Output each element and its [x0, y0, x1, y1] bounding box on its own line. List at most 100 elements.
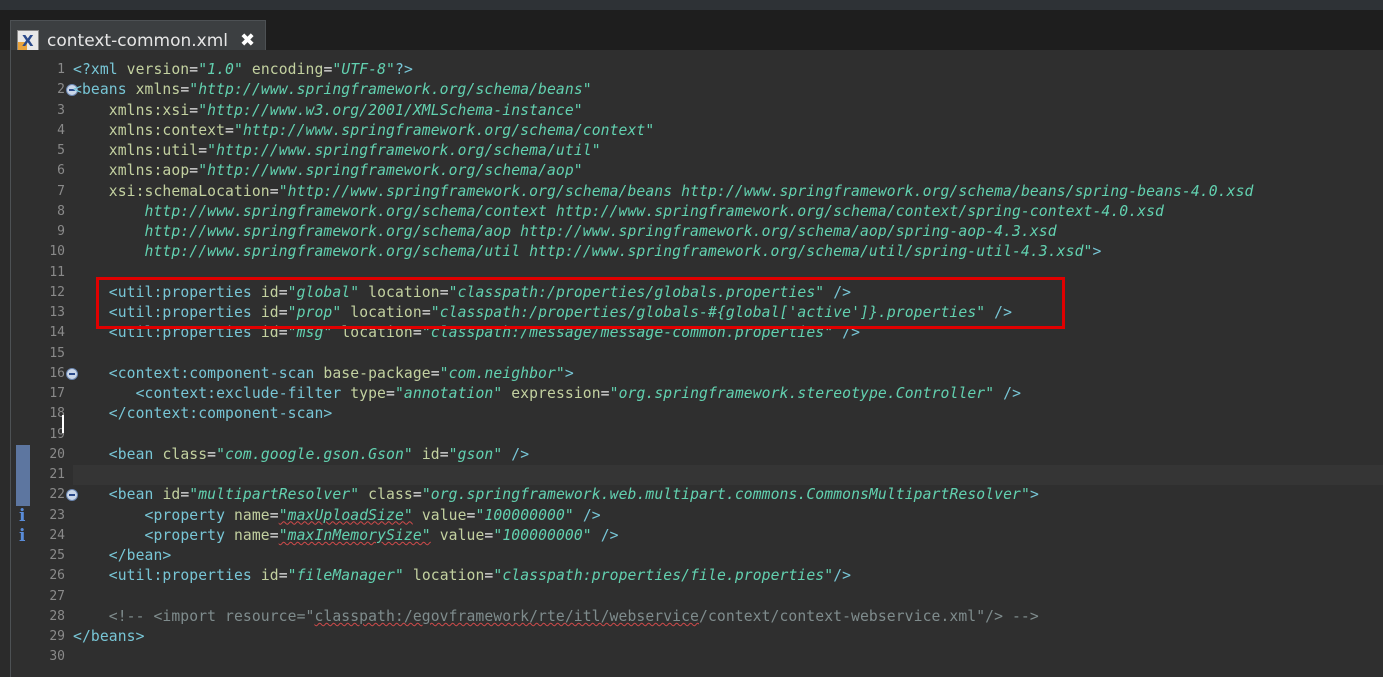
title-bar — [0, 0, 1383, 10]
code-line[interactable]: xsi:schemaLocation="http://www.springfra… — [73, 182, 1254, 202]
code-token: = — [189, 61, 199, 78]
code-token: </beans> — [73, 628, 145, 645]
code-token: = — [421, 304, 431, 321]
code-token: classpath:/egovframework/rte/itl/webserv… — [314, 607, 699, 625]
code-token: = — [269, 506, 279, 524]
line-number: 1 — [57, 62, 65, 77]
code-token: id — [260, 567, 279, 585]
code-line[interactable]: <util:properties id="fileManager" locati… — [73, 566, 851, 586]
line-number: 14 — [49, 325, 65, 341]
code-token: <beans — [73, 81, 136, 99]
code-line[interactable]: <!-- <import resource="classpath:/egovfr… — [73, 607, 1039, 627]
code-token: version — [126, 61, 190, 78]
code-token: = — [412, 324, 422, 342]
code-token: <util:properties — [108, 567, 261, 585]
code-token: xmlns:aop — [108, 162, 190, 180]
code-token: id — [260, 283, 279, 301]
code-line[interactable]: <property name="maxInMemorySize" value="… — [73, 526, 619, 546]
code-token: = — [412, 486, 422, 504]
code-token: "fileManager" — [287, 567, 404, 585]
code-line[interactable]: <util:properties id="msg" location="clas… — [73, 323, 860, 343]
code-token: "org.springframework.stereotype.Controll… — [609, 385, 995, 402]
code-token: expression — [511, 385, 601, 402]
code-token: = — [278, 283, 288, 301]
code-token: "http://www.springframework.org/schema/b… — [278, 182, 1254, 200]
line-number: 19 — [49, 426, 65, 442]
code-token: > — [564, 364, 574, 382]
code-line[interactable]: xmlns:xsi="http://www.w3.org/2001/XMLSch… — [73, 101, 583, 121]
code-line[interactable]: xmlns:aop="http://www.springframework.or… — [73, 161, 583, 181]
code-token: <bean — [108, 486, 163, 504]
code-token: </context:component-scan> — [108, 405, 333, 423]
code-token: "global" — [287, 283, 360, 301]
code-line[interactable]: http://www.springframework.org/schema/ao… — [73, 222, 1057, 242]
code-token: /> — [582, 506, 601, 524]
code-token: location — [368, 283, 440, 301]
code-token: "classpath:/properties/globals.propertie… — [448, 283, 825, 301]
line-number: 18 — [49, 406, 65, 422]
code-token: "100000000" — [475, 506, 574, 524]
code-token: "classpath:properties/file.properties" — [493, 567, 834, 585]
code-line[interactable]: <util:properties id="global" location="c… — [73, 283, 851, 303]
code-line[interactable]: http://www.springframework.org/schema/ut… — [73, 242, 1102, 262]
code-line[interactable]: </beans> — [73, 627, 145, 647]
code-line[interactable]: <?xml version="1.0" encoding="UTF-8"?> — [73, 60, 413, 80]
code-token: <util:properties — [108, 304, 261, 321]
line-number: 27 — [49, 588, 65, 604]
code-line[interactable]: <beans xmlns="http://www.springframework… — [73, 80, 592, 100]
code-token: = — [207, 445, 217, 463]
code-token: = — [198, 142, 208, 159]
code-token: "1.0" — [198, 61, 243, 78]
code-token: http://www.springframework.org/schema/co… — [73, 202, 1164, 220]
code-line[interactable]: <bean id="multipartResolver" class="org.… — [73, 485, 1039, 505]
code-token: = — [269, 526, 279, 544]
code-token: http://www.springframework.org/schema/ao… — [73, 223, 1057, 240]
code-token: = — [225, 121, 234, 139]
code-editor[interactable]: ii 1 2 3 4 5 6 7 8 9 10 11 12 13 14 15 16 17 18 19 20 21 22 23… — [10, 50, 1383, 677]
code-token: "maxInMemorySize" — [278, 526, 431, 544]
tab-title: context-common.xml — [47, 30, 228, 51]
code-token: /> — [1003, 385, 1022, 402]
code-token: xsi:schemaLocation — [108, 182, 270, 200]
code-token: name — [233, 526, 270, 544]
code-line[interactable]: </context:component-scan> — [73, 404, 332, 424]
code-token: "maxUploadSize" — [278, 506, 413, 524]
code-line[interactable]: <context:exclude-filter type="annotation… — [73, 384, 1021, 404]
code-line[interactable]: <property name="maxUploadSize" value="10… — [73, 506, 601, 526]
code-token: <property — [144, 506, 234, 524]
code-token: /> — [994, 304, 1013, 321]
close-icon[interactable]: ✖ — [240, 31, 255, 50]
code-token: "msg" — [287, 324, 333, 342]
code-line[interactable]: xmlns:context="http://www.springframewor… — [73, 121, 654, 141]
info-icon[interactable]: i — [19, 507, 29, 525]
code-line[interactable]: <bean class="com.google.gson.Gson" id="g… — [73, 445, 529, 465]
code-token: http://www.springframework.org/schema/ut… — [73, 243, 1093, 261]
code-token: value — [421, 506, 467, 524]
line-number-gutter: 1 2 3 4 5 6 7 8 9 10 11 12 13 14 15 16 17 18 19 20 21 22 23 24 2… — [33, 50, 78, 677]
info-icon[interactable]: i — [19, 527, 29, 545]
code-token: id — [162, 486, 181, 504]
code-token: /> — [600, 526, 619, 544]
code-token: = — [278, 567, 288, 585]
code-line[interactable]: </bean> — [73, 546, 172, 566]
code-line[interactable]: xmlns:util="http://www.springframework.o… — [73, 141, 601, 161]
code-line[interactable]: http://www.springframework.org/schema/co… — [73, 202, 1164, 222]
code-line[interactable]: <util:properties id="prop" location="cla… — [73, 303, 1012, 323]
code-line[interactable] — [73, 465, 1383, 486]
code-token: xmlns:context — [108, 121, 226, 139]
code-area[interactable]: <?xml version="1.0" encoding="UTF-8"?> <b… — [71, 50, 1383, 677]
code-line[interactable]: <context:component-scan base-package="co… — [73, 364, 574, 384]
